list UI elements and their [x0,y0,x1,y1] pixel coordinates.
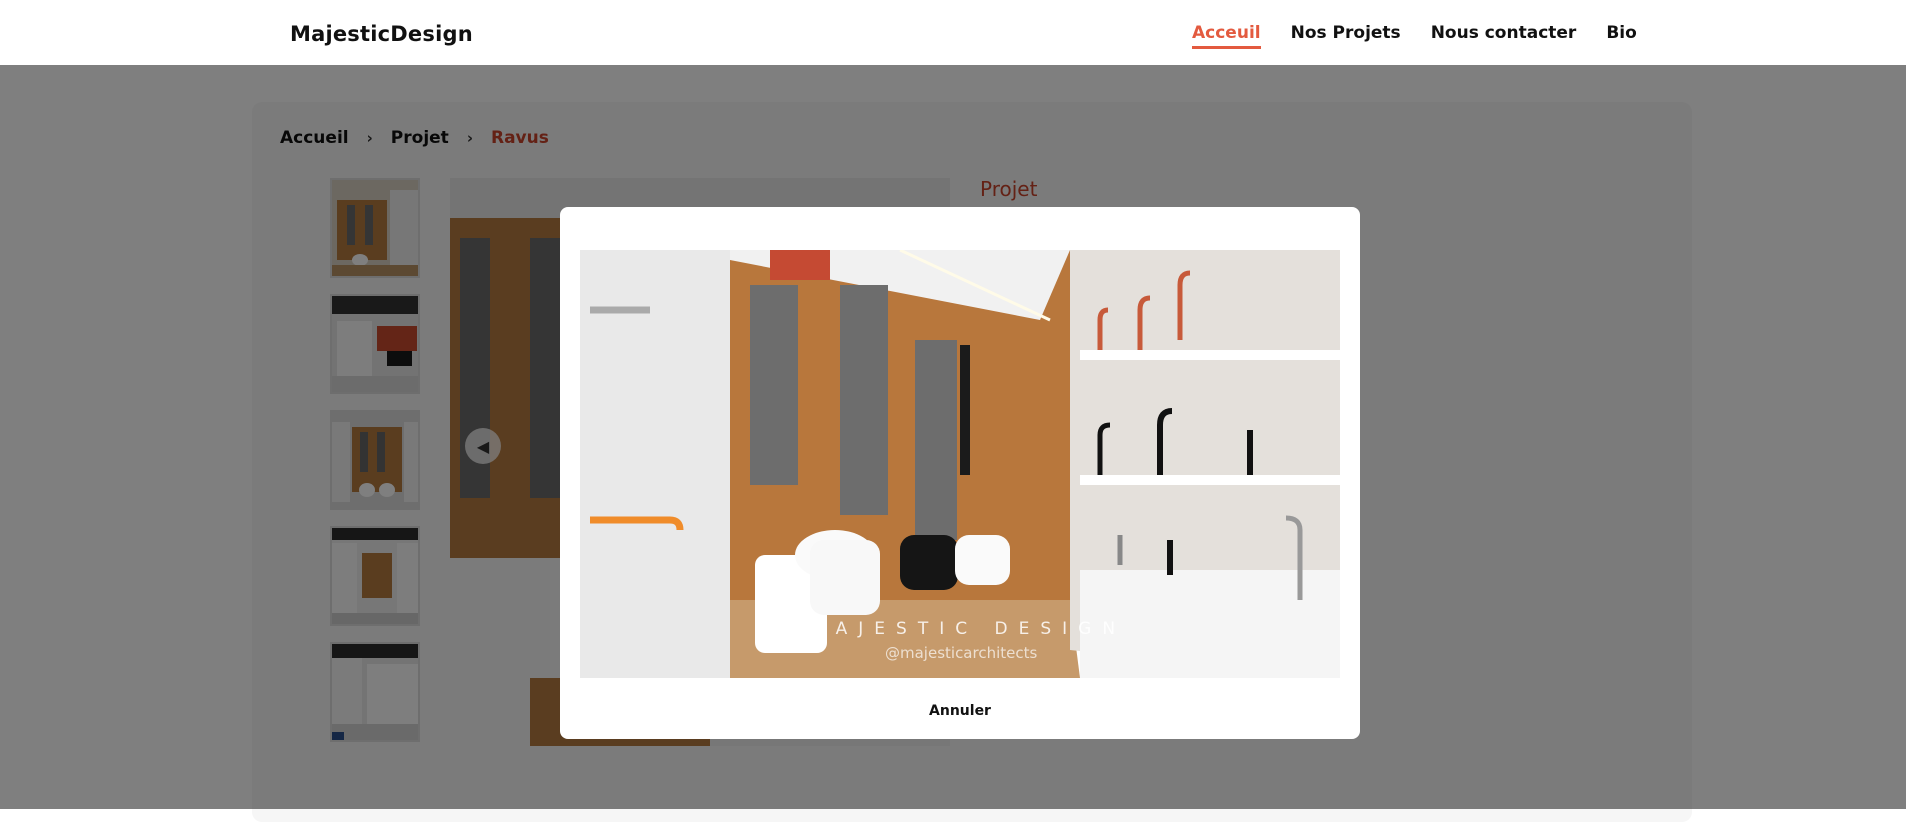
main-nav: Acceuil Nos Projets Nous contacter Bio [1192,23,1637,49]
modal-image: MAJESTIC DESIGN @majesticarchitects [580,250,1340,678]
top-header: MajesticDesign Acceuil Nos Projets Nous … [0,0,1906,65]
nav-nous-contacter[interactable]: Nous contacter [1431,23,1577,49]
nav-nos-projets[interactable]: Nos Projets [1291,23,1401,49]
cancel-button[interactable]: Annuler [560,703,1360,719]
image-modal: MAJESTIC DESIGN @majesticarchitects Annu… [560,207,1360,739]
watermark-handle: @majesticarchitects [885,644,1037,662]
site-logo[interactable]: MajesticDesign [290,22,473,46]
nav-accueil[interactable]: Acceuil [1192,23,1261,49]
watermark-brand: MAJESTIC DESIGN [810,619,1126,639]
nav-bio[interactable]: Bio [1606,23,1636,49]
